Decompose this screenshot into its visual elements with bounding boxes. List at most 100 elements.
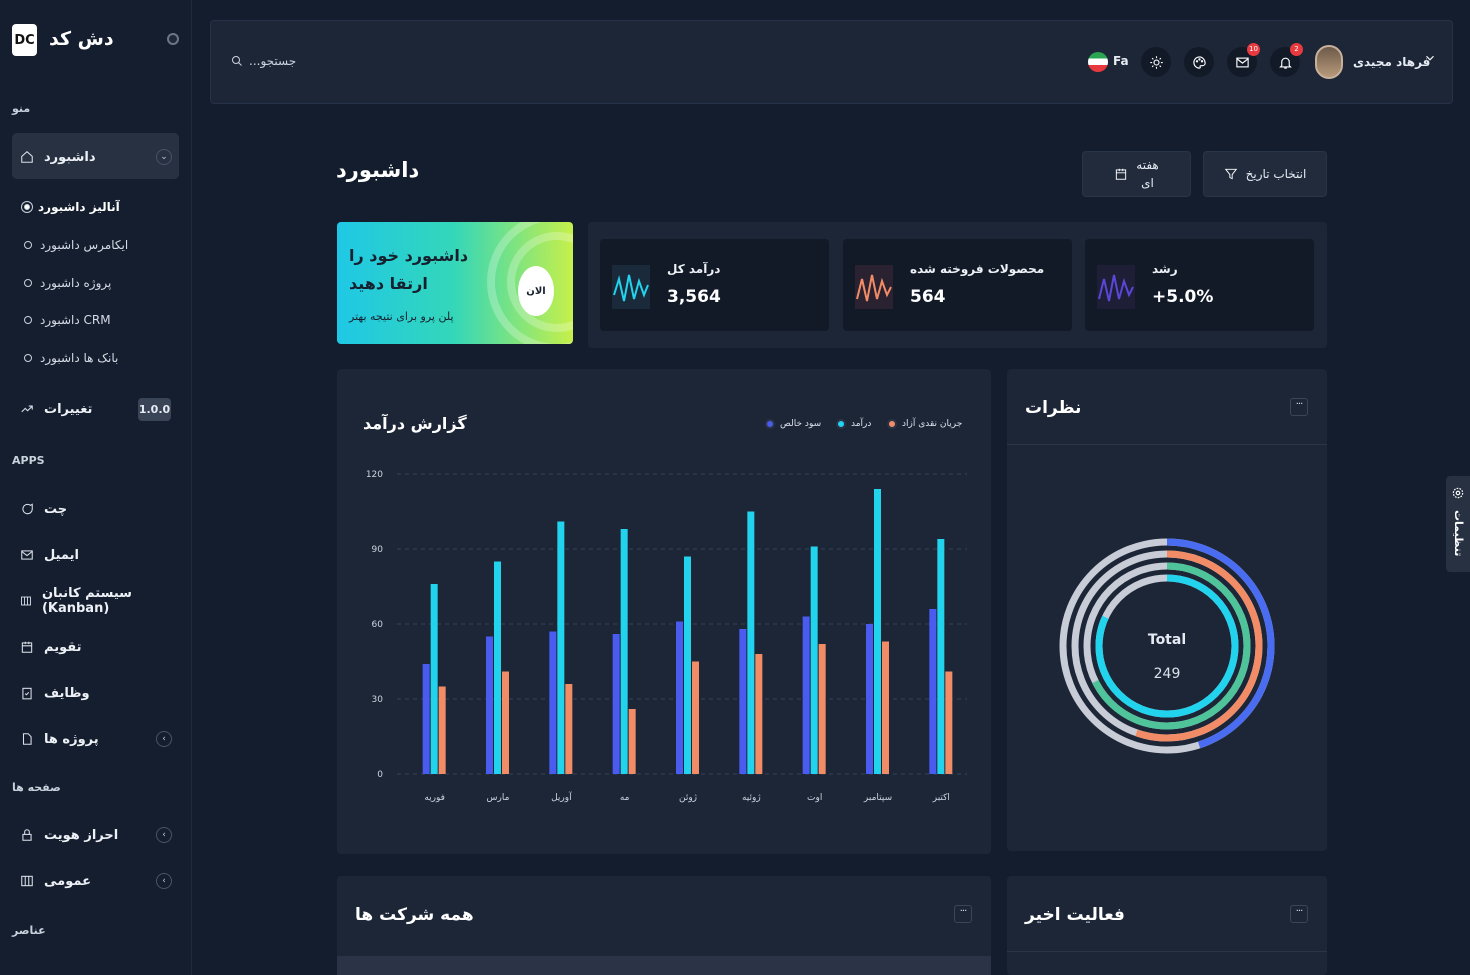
trending-up-icon [21,405,33,413]
period-label: هفته ای [1136,158,1159,190]
mail-icon [21,550,33,560]
sidebar-item-tasks[interactable]: وظایف [20,681,180,705]
bell-icon [1278,57,1292,69]
chevron-down-icon[interactable] [1423,51,1437,65]
more-options-icon[interactable]: ··· [1290,905,1308,923]
mail-count-badge: 10 [1247,43,1260,56]
sidebar-item-auth[interactable]: احراز هویت ‹ [20,823,180,847]
bullet-icon [24,204,30,210]
sidebar-toggle-icon[interactable] [167,33,179,45]
sidebar-item-label: پروژه ها [44,731,99,747]
topbar: ...جستجو Fa 10 2 فرهاد مجیدی [210,20,1453,104]
upgrade-now-label: الان [526,285,546,297]
bar-1-1 [494,561,501,774]
bullet-icon [24,354,32,362]
sidebar-item-general[interactable]: عمومی ‹ [20,869,180,893]
sidebar-item-label: ایمیل [44,547,79,563]
brand-logo: DC [12,24,37,56]
date-select-label: انتخاب تاریخ [1245,167,1307,181]
language-selector[interactable]: Fa [1113,54,1129,68]
chevron-left-icon[interactable]: ‹ [156,873,172,889]
recent-activity-panel: فعالیت اخیر ··· [1007,876,1327,975]
bar-1-4 [684,556,691,774]
bar-1-6 [810,546,818,774]
sidebar: DC دش کد منو داشبورد ⌄ آنالیز داشبورد ای… [0,0,192,975]
stat-card-growth: رشد +5.0% [1085,239,1314,331]
mail-icon [1235,57,1249,67]
y-tick-label: 90 [372,545,384,555]
sub-label: پروژه داشبورد [40,276,112,290]
stat-label: محصولات فروخته شده [910,262,1045,276]
avatar[interactable] [1315,45,1343,79]
upgrade-card: داشبورد خود را ارتقا دهید پلن پرو برای ن… [337,222,573,344]
sidebar-sub-crm[interactable]: داشبورد CRM [24,313,111,327]
brand-name: دش کد [49,28,114,50]
search-icon [232,56,242,66]
sidebar-item-projects[interactable]: پروژه ها ‹ [20,727,180,751]
bar-1-5 [747,511,755,774]
sidebar-item-kanban[interactable]: سیستم کانبان (Kanban) [20,586,180,616]
brand[interactable]: DC دش کد [12,24,182,58]
bar-0-2 [549,631,557,774]
sidebar-item-email[interactable]: ایمیل [20,543,180,567]
upgrade-now-button[interactable]: الان [518,266,554,316]
sidebar-sub-ecommerce[interactable]: ایکامرس داشبورد [24,238,128,252]
bar-1-3 [620,529,628,774]
chevron-left-icon[interactable]: ‹ [156,731,172,747]
lock-icon [22,829,32,841]
bar-2-1 [502,671,509,774]
notification-count-badge: 2 [1290,43,1303,56]
sidebar-item-label: احراز هویت [44,827,119,843]
bar-1-0 [430,584,438,774]
notification-button[interactable]: 2 [1270,43,1303,77]
gear-icon [1452,487,1464,499]
chevron-down-icon[interactable]: ⌄ [156,149,172,165]
sidebar-sub-banking[interactable]: بانک ها داشبورد [24,351,118,365]
file-icon [22,733,32,745]
sidebar-sub-analytics[interactable]: آنالیز داشبورد [24,200,120,214]
bar-1-2 [557,521,565,774]
y-tick-label: 120 [366,470,383,480]
wave-chart-icon [612,265,650,309]
version-badge: 1.0.0 [138,398,171,421]
bar-2-2 [565,684,573,774]
bar-0-6 [802,616,810,774]
sidebar-item-calendar[interactable]: تقویم [20,635,180,659]
search-input[interactable]: ...جستجو [249,54,296,68]
search-box[interactable]: ...جستجو [231,54,296,68]
calendar-icon [21,641,33,653]
bar-2-8 [945,671,953,774]
sun-icon [1149,55,1163,69]
page-title: داشبورد [336,158,420,182]
sidebar-item-dashboard-row[interactable]: داشبورد ⌄ [20,145,180,169]
user-name[interactable]: فرهاد مجیدی [1353,55,1430,69]
section-apps: APPS [12,454,45,467]
settings-tab[interactable]: تنظیمات [1446,476,1470,572]
iran-flag-icon[interactable] [1088,52,1108,72]
period-button[interactable]: هفته ای [1082,151,1191,197]
palette-button[interactable] [1184,47,1214,77]
sidebar-item-label: وظایف [44,685,90,701]
theme-toggle-button[interactable] [1141,47,1171,77]
revenue-report-panel: گزارش درآمد سود خالص درآمد جریان نقدی آز… [337,369,991,854]
stat-value: 3,564 [667,287,721,307]
chevron-left-icon[interactable]: ‹ [156,827,172,843]
sidebar-item-chat[interactable]: چت [20,497,180,521]
activity-title: فعالیت اخیر [1025,905,1125,925]
revenue-bar-chart: 0 30 60 90 120 فوریه مارس آوریل مه ژوئن ژوئیه اوت سپ… [366,470,967,803]
bar-2-4 [692,661,699,774]
stat-label: رشد [1152,262,1178,276]
bar-0-8 [929,609,937,774]
bar-2-7 [882,641,889,774]
date-select-button[interactable]: انتخاب تاریخ [1203,151,1327,197]
more-options-icon[interactable]: ··· [954,905,972,923]
sidebar-item-label: تقویم [44,639,82,655]
mail-button[interactable]: 10 [1227,43,1260,77]
x-tick-label: مه [620,793,630,803]
sub-label: ایکامرس داشبورد [40,238,129,252]
y-tick-label: 30 [372,695,384,705]
settings-label: تنظیمات [1452,510,1465,557]
sidebar-item-label: چت [44,501,68,517]
sidebar-sub-project[interactable]: پروژه داشبورد [24,276,111,290]
stat-value: +5.0% [1152,287,1214,307]
